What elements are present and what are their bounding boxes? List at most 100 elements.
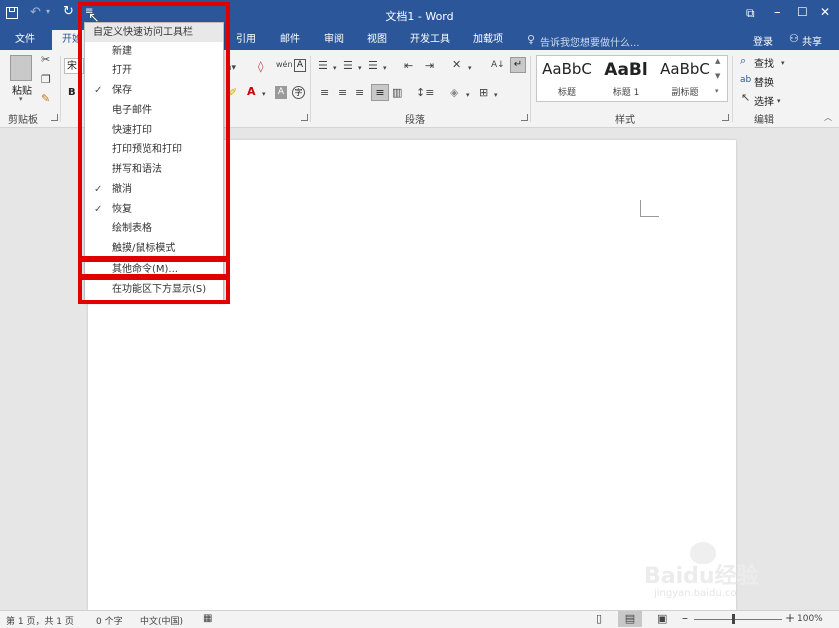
tell-me-box[interactable]: 告诉我您想要做什么... — [540, 34, 640, 49]
styles-scroll-up-icon[interactable]: ▲ — [715, 57, 720, 65]
maximize-icon[interactable]: ☐ — [797, 5, 808, 19]
tab-addins[interactable]: 加载项 — [464, 30, 512, 50]
multilevel-list-icon[interactable]: ☰ — [368, 60, 378, 72]
zoom-out-icon[interactable]: – — [682, 611, 688, 625]
borders-icon[interactable]: ⊞ — [479, 87, 488, 99]
chevron-down-icon[interactable]: ▾ — [383, 62, 387, 74]
decrease-indent-icon[interactable]: ⇤ — [404, 60, 413, 72]
numbering-icon[interactable]: ☰ — [343, 60, 353, 72]
web-layout-icon[interactable]: ▣ — [657, 612, 667, 625]
signin-link[interactable]: 登录 — [753, 33, 773, 48]
menu-item-show-below-ribbon[interactable]: 在功能区下方显示(S) — [85, 280, 223, 299]
menu-item-quick-print[interactable]: 快速打印 — [85, 121, 223, 140]
mouse-cursor-icon: ↖ — [88, 10, 100, 26]
menu-item-draw-table[interactable]: 绘制表格 — [85, 219, 223, 238]
replace-button[interactable]: 替换 — [754, 74, 774, 89]
copy-icon[interactable]: ❐ — [41, 74, 51, 86]
menu-item-more-commands[interactable]: 其他命令(M)... — [85, 260, 223, 279]
ribbon-display-options-icon[interactable]: ⧉ — [746, 6, 755, 21]
macro-record-icon[interactable]: ▦ — [203, 613, 212, 624]
menu-item-print-preview[interactable]: 打印预览和打印 — [85, 140, 223, 159]
chevron-down-icon[interactable]: ▾ — [358, 62, 362, 74]
bullets-icon[interactable]: ☰ — [318, 60, 328, 72]
clear-formatting-icon[interactable]: ◊ — [258, 61, 263, 73]
styles-scroll-down-icon[interactable]: ▼ — [715, 72, 720, 80]
shading-icon[interactable]: ◈ — [450, 87, 458, 99]
align-center-icon[interactable]: ≡ — [338, 87, 347, 99]
style-subtitle[interactable]: AaBbC 副标题 — [656, 57, 714, 98]
style-heading1[interactable]: AaBl 标题 1 — [597, 57, 655, 98]
chevron-down-icon[interactable]: ▾ — [468, 62, 472, 74]
select-button[interactable]: 选择 — [754, 93, 774, 108]
clipboard-group-label: 剪贴板 — [8, 115, 38, 126]
read-mode-icon[interactable]: ▯ — [596, 612, 602, 625]
menu-item-save[interactable]: ✓ 保存 — [85, 81, 223, 100]
align-left-icon[interactable]: ≡ — [320, 87, 329, 99]
styles-more-icon[interactable]: ▾ — [715, 87, 719, 95]
find-button[interactable]: 查找 — [754, 55, 774, 70]
font-name-box[interactable]: 宋 — [64, 58, 84, 74]
search-icon[interactable]: ⌕ — [740, 55, 746, 67]
chevron-down-icon[interactable]: ▾ — [777, 95, 781, 107]
character-border-icon[interactable]: A — [294, 59, 306, 72]
group-divider — [732, 56, 733, 122]
chinese-layout-icon[interactable]: ✕ — [452, 59, 461, 71]
line-spacing-icon[interactable]: ↕≡ — [416, 87, 434, 99]
replace-icon[interactable]: ab — [740, 74, 751, 86]
justify-icon[interactable]: ≡ — [371, 84, 389, 101]
zoom-in-icon[interactable]: + — [785, 611, 795, 625]
collapse-ribbon-icon[interactable]: ︿ — [824, 112, 832, 123]
tab-review[interactable]: 审阅 — [315, 30, 353, 50]
chevron-down-icon[interactable]: ▾ — [494, 89, 498, 101]
style-title[interactable]: AaBbC 标题 — [538, 57, 596, 98]
minimize-icon[interactable]: – — [774, 5, 781, 20]
tab-developer[interactable]: 开发工具 — [402, 30, 458, 50]
menu-item-redo[interactable]: ✓ 恢复 — [85, 200, 223, 219]
styles-launcher-icon[interactable] — [722, 114, 729, 121]
chevron-down-icon[interactable]: ▾ — [262, 88, 266, 100]
paragraph-launcher-icon[interactable] — [521, 114, 528, 121]
tab-references[interactable]: 引用 — [227, 30, 265, 50]
font-size-down-icon[interactable]: a▾ — [226, 62, 236, 74]
menu-item-touch-mode[interactable]: 触摸/鼠标模式 — [85, 239, 223, 258]
menu-item-spelling[interactable]: 拼写和语法 — [85, 160, 223, 179]
tab-view[interactable]: 视图 — [358, 30, 396, 50]
print-layout-icon[interactable]: ▤ — [618, 611, 642, 627]
format-painter-icon[interactable]: ✎ — [41, 93, 50, 105]
font-launcher-icon[interactable] — [301, 114, 308, 121]
phonetic-guide-icon[interactable]: wén — [276, 59, 293, 71]
zoom-level[interactable]: 100% — [797, 614, 823, 624]
highlight-icon[interactable]: ✐ — [228, 87, 237, 99]
chevron-down-icon[interactable]: ▾ — [19, 95, 23, 103]
close-icon[interactable]: ✕ — [820, 5, 830, 19]
word-count[interactable]: 0 个字 — [96, 614, 123, 627]
menu-item-new[interactable]: 新建 — [85, 42, 223, 61]
tab-mailings[interactable]: 邮件 — [271, 30, 309, 50]
zoom-slider-thumb[interactable] — [732, 614, 735, 624]
cut-icon[interactable]: ✂ — [41, 54, 50, 66]
menu-item-email[interactable]: 电子邮件 — [85, 101, 223, 120]
language[interactable]: 中文(中国) — [140, 614, 183, 627]
enclosed-character-icon[interactable]: 字 — [292, 86, 305, 99]
paste-icon[interactable] — [10, 55, 32, 81]
clipboard-launcher-icon[interactable] — [51, 114, 58, 121]
chevron-down-icon[interactable]: ▾ — [781, 57, 785, 69]
share-button[interactable]: 共享 — [802, 33, 822, 48]
bold-button[interactable]: B — [68, 87, 76, 98]
page-count[interactable]: 第 1 页，共 1 页 — [6, 614, 74, 627]
menu-item-undo[interactable]: ✓ 撤消 — [85, 180, 223, 199]
user-icon[interactable]: ⚇ — [789, 32, 799, 45]
font-color-icon[interactable]: A — [247, 86, 256, 98]
character-shading-icon[interactable]: A — [275, 86, 287, 99]
show-marks-icon[interactable]: ↵ — [510, 57, 526, 73]
align-right-icon[interactable]: ≡ — [355, 87, 364, 99]
zoom-slider[interactable] — [694, 619, 782, 620]
sort-icon[interactable]: A↓ — [491, 59, 505, 71]
distributed-icon[interactable]: ▥ — [392, 87, 402, 99]
increase-indent-icon[interactable]: ⇥ — [425, 60, 434, 72]
tab-file[interactable]: 文件 — [4, 30, 46, 50]
menu-item-open[interactable]: 打开 — [85, 61, 223, 80]
chevron-down-icon[interactable]: ▾ — [333, 62, 337, 74]
chevron-down-icon[interactable]: ▾ — [466, 89, 470, 101]
select-cursor-icon[interactable]: ↖ — [741, 92, 750, 104]
